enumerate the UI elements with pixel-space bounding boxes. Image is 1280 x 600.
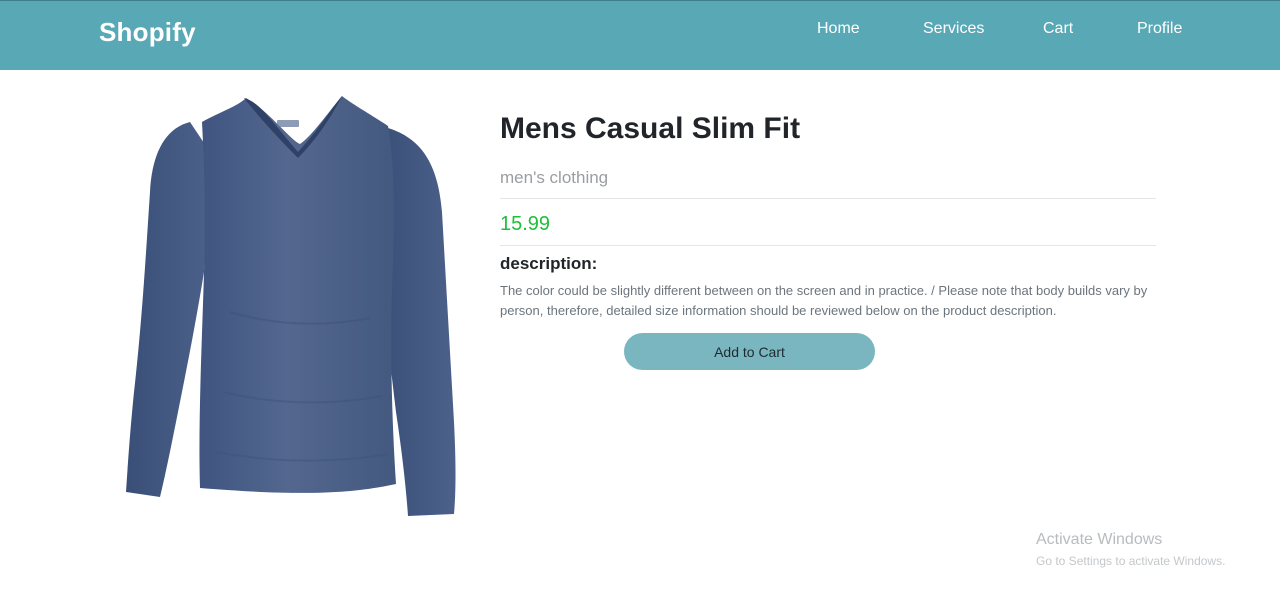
divider — [500, 198, 1156, 199]
nav-link-profile[interactable]: Profile — [1137, 20, 1182, 38]
tshirt-image — [126, 96, 456, 516]
nav-link-home[interactable]: Home — [817, 20, 860, 38]
top-navbar: Shopify Home Services Cart Profile — [0, 0, 1280, 70]
brand-logo[interactable]: Shopify — [99, 17, 196, 48]
divider — [500, 245, 1156, 246]
description-heading: description: — [500, 254, 598, 273]
product-category: men's clothing — [500, 168, 609, 187]
activate-windows-subtitle: Go to Settings to activate Windows. — [1036, 554, 1226, 568]
product-title: Mens Casual Slim Fit — [500, 112, 801, 145]
nav-link-services[interactable]: Services — [923, 20, 984, 38]
activate-windows-title: Activate Windows — [1036, 531, 1163, 548]
product-price: 15.99 — [500, 213, 551, 235]
product-description: The color could be slightly different be… — [500, 283, 1148, 318]
add-to-cart-button[interactable]: Add to Cart — [624, 333, 875, 370]
nav-link-cart[interactable]: Cart — [1043, 20, 1073, 38]
